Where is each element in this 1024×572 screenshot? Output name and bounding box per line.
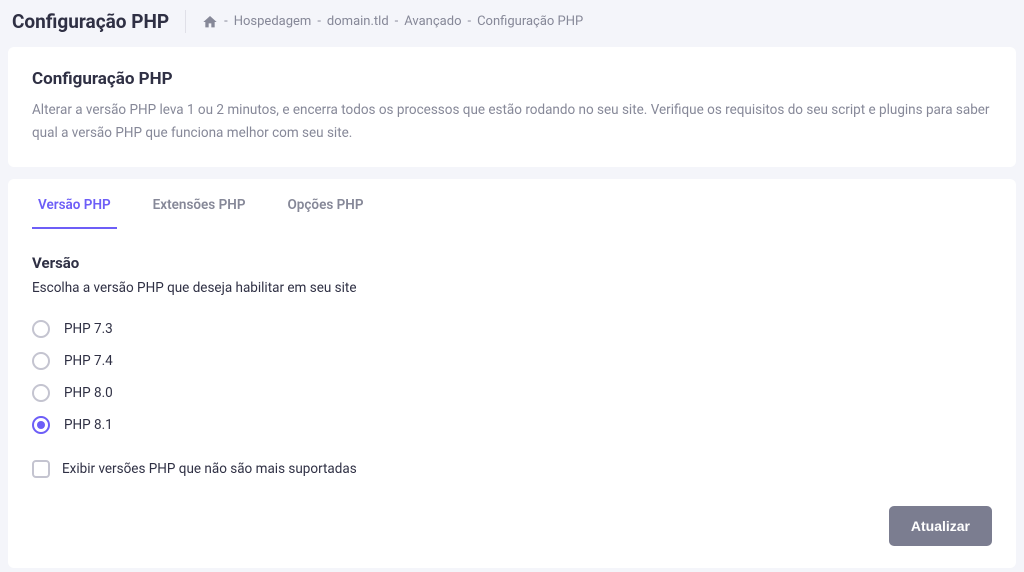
radio-php-8-0[interactable]: PHP 8.0 [32, 384, 992, 402]
version-section-description: Escolha a versão PHP que deseja habilita… [32, 280, 992, 296]
intro-card-title: Configuração PHP [32, 69, 992, 89]
tab-versao-php[interactable]: Versão PHP [32, 179, 117, 229]
version-section-title: Versão [32, 254, 992, 272]
breadcrumbs: - Hospedagem - domain.tld - Avançado - C… [186, 14, 583, 30]
radio-php-7-3[interactable]: PHP 7.3 [32, 320, 992, 338]
php-version-radio-group: PHP 7.3 PHP 7.4 PHP 8.0 PHP 8.1 [32, 320, 992, 434]
tab-extensoes-php[interactable]: Extensões PHP [147, 179, 252, 229]
radio-label: PHP 8.1 [64, 417, 113, 433]
checkbox-icon [32, 460, 50, 478]
home-icon[interactable] [202, 14, 218, 30]
radio-php-7-4[interactable]: PHP 7.4 [32, 352, 992, 370]
tabs-card: Versão PHP Extensões PHP Opções PHP Vers… [8, 179, 1016, 568]
radio-label: PHP 7.4 [64, 353, 113, 369]
intro-card-description: Alterar a versão PHP leva 1 ou 2 minutos… [32, 99, 992, 145]
actions: Atualizar [32, 506, 992, 546]
tabs: Versão PHP Extensões PHP Opções PHP [8, 179, 1016, 230]
radio-icon [32, 352, 50, 370]
breadcrumb-separator: - [224, 14, 228, 29]
breadcrumb-item: Configuração PHP [477, 14, 583, 29]
radio-icon [32, 320, 50, 338]
breadcrumb-item[interactable]: Hospedagem [234, 14, 312, 29]
radio-label: PHP 8.0 [64, 385, 113, 401]
breadcrumb-separator: - [317, 14, 321, 29]
header: Configuração PHP - Hospedagem - domain.t… [0, 0, 1024, 41]
page-title: Configuração PHP [12, 10, 186, 33]
breadcrumb-separator: - [468, 14, 472, 29]
breadcrumb-separator: - [395, 14, 399, 29]
tab-content-versao: Versão Escolha a versão PHP que deseja h… [8, 230, 1016, 568]
radio-label: PHP 7.3 [64, 321, 113, 337]
breadcrumb-item[interactable]: Avançado [404, 14, 461, 29]
tab-opcoes-php[interactable]: Opções PHP [281, 179, 369, 229]
radio-icon [32, 416, 50, 434]
radio-php-8-1[interactable]: PHP 8.1 [32, 416, 992, 434]
intro-card: Configuração PHP Alterar a versão PHP le… [8, 47, 1016, 167]
checkbox-label: Exibir versões PHP que não são mais supo… [62, 461, 357, 477]
show-unsupported-checkbox[interactable]: Exibir versões PHP que não são mais supo… [32, 460, 992, 478]
radio-icon [32, 384, 50, 402]
breadcrumb-item[interactable]: domain.tld [327, 14, 389, 29]
update-button[interactable]: Atualizar [889, 506, 992, 546]
